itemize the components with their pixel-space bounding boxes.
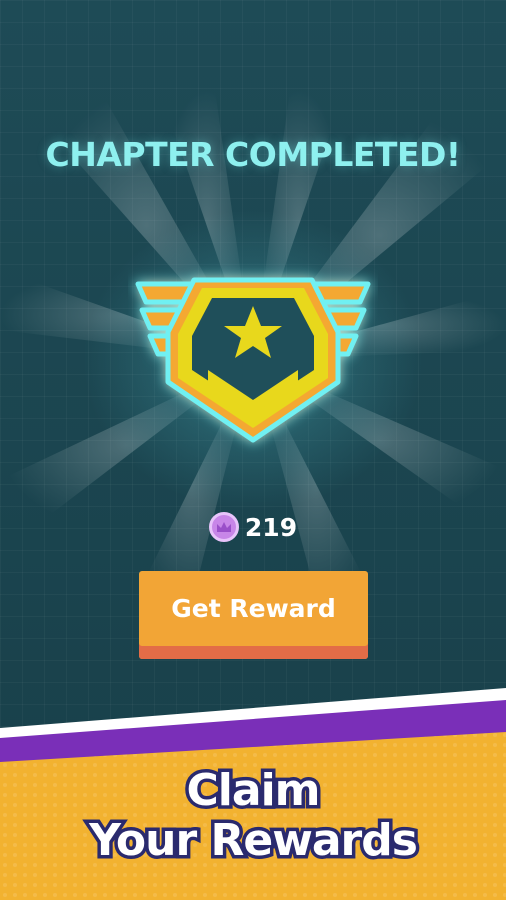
- currency-value: 219: [244, 512, 298, 542]
- page-title: CHAPTER COMPLETED!: [45, 135, 461, 174]
- get-reward-button[interactable]: Get Reward: [139, 571, 368, 659]
- currency-display: 219: [0, 512, 506, 542]
- game-screen: CHAPTER COMPLETED! 219 Get Reward Claim …: [0, 0, 506, 900]
- get-reward-button-label: Get Reward: [171, 594, 336, 623]
- star-rank-badge-icon: [135, 277, 371, 443]
- banner-heading-line1: Claim: [183, 762, 324, 820]
- banner-heading-line2: Your Rewards: [86, 812, 422, 870]
- crown-coin-icon: [208, 512, 239, 542]
